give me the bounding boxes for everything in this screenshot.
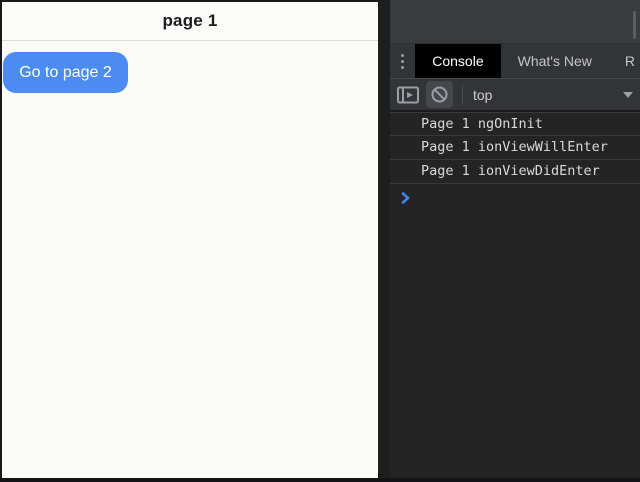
go-to-page-2-button[interactable]: Go to page 2 xyxy=(3,52,128,93)
devtools-upper-area xyxy=(390,0,640,43)
screenshot-root: page 1 Go to page 2 Console What's New R xyxy=(0,0,640,482)
console-sidebar-icon xyxy=(397,86,419,104)
clear-console-button[interactable] xyxy=(426,81,453,108)
window-bottom-edge xyxy=(0,478,640,482)
console-prompt[interactable] xyxy=(390,184,640,211)
scrollbar-thumb[interactable] xyxy=(633,11,636,39)
devtools-drawer-tabbar: Console What's New R xyxy=(390,43,640,79)
app-header: page 1 xyxy=(2,2,378,41)
block-icon xyxy=(431,86,448,103)
app-window-frame: page 1 Go to page 2 xyxy=(0,0,378,478)
tab-console[interactable]: Console xyxy=(415,44,500,78)
console-log-row[interactable]: Page 1 ngOnInit xyxy=(390,112,640,136)
tab-whats-new[interactable]: What's New xyxy=(501,44,609,78)
tab-partial[interactable]: R xyxy=(609,44,640,78)
console-log-row[interactable]: Page 1 ionViewWillEnter xyxy=(390,136,640,160)
show-console-sidebar-button[interactable] xyxy=(394,82,422,108)
console-toolbar: top xyxy=(390,79,640,112)
app-viewport: page 1 Go to page 2 xyxy=(2,2,378,478)
page-title: page 1 xyxy=(162,11,217,31)
javascript-context-selector[interactable]: top xyxy=(473,87,492,103)
toolbar-separator xyxy=(462,85,463,105)
console-log-row[interactable]: Page 1 ionViewDidEnter xyxy=(390,160,640,184)
console-messages: Page 1 ngOnInit Page 1 ionViewWillEnter … xyxy=(390,112,640,211)
devtools-panel: Console What's New R top xyxy=(390,0,640,478)
chevron-down-icon[interactable] xyxy=(623,92,633,98)
prompt-chevron-icon xyxy=(401,192,410,204)
kebab-menu-icon[interactable] xyxy=(390,44,415,78)
